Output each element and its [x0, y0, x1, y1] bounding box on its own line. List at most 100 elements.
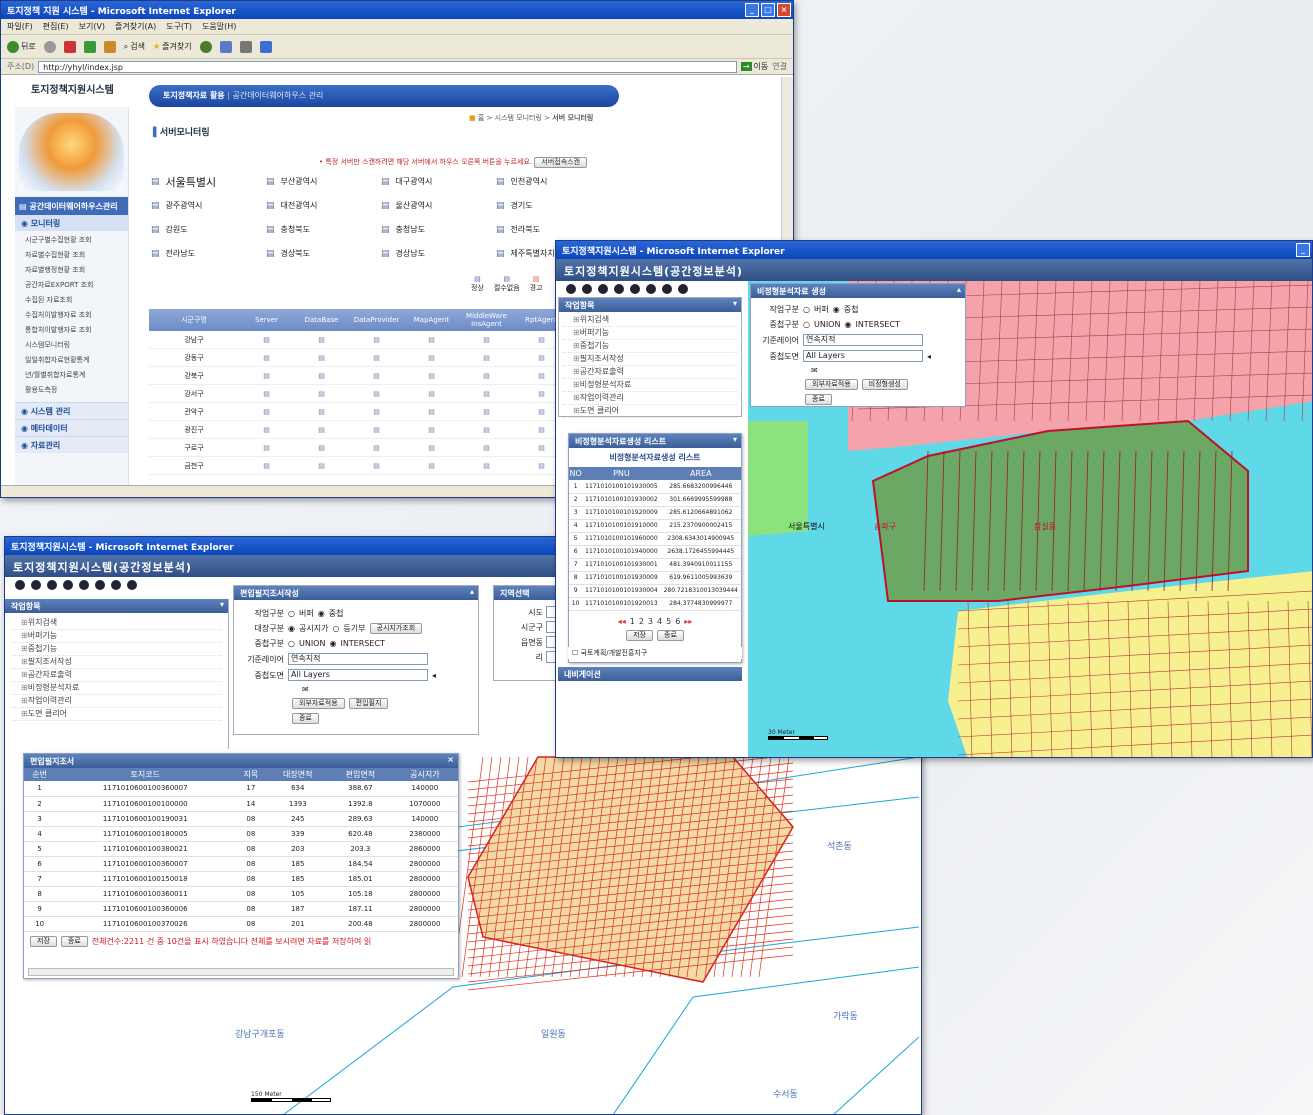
- work-item[interactable]: 버퍼기능: [11, 630, 222, 643]
- work-item[interactable]: 작업이력관리: [563, 392, 737, 405]
- region-item[interactable]: ▤ 광주광역시: [151, 197, 266, 214]
- work-item[interactable]: 공간자료출력: [11, 669, 222, 682]
- zoom-out-icon[interactable]: [582, 284, 592, 294]
- work-item[interactable]: 도면 클리어: [11, 708, 222, 721]
- work-item[interactable]: 중첩기능: [11, 643, 222, 656]
- work-item[interactable]: 버퍼기능: [563, 327, 737, 340]
- table-row[interactable]: 3 1171010600100190031 08 245 289.63 140000: [24, 811, 458, 827]
- table-row[interactable]: 5 1171010100101960000 2308.6343014900945: [569, 532, 741, 546]
- region-item[interactable]: ▤ 충청남도: [381, 221, 496, 238]
- sidebar-item[interactable]: 통합처이발행자료 조회: [25, 323, 128, 338]
- scan-button[interactable]: 서버접속스캔: [534, 157, 588, 168]
- overlay-map-select[interactable]: All Layers: [288, 669, 428, 681]
- full-extent-icon[interactable]: [646, 284, 656, 294]
- table-row[interactable]: 8 1171010100101930009 619.9611005993639: [569, 571, 741, 585]
- table-row[interactable]: 1 1171010600100360007 17 634 388.67 140000: [24, 781, 458, 797]
- radio-overlay[interactable]: ◉: [833, 305, 840, 314]
- window-title-bar[interactable]: 토지정책 지원 시스템 - Microsoft Internet Explore…: [1, 1, 793, 19]
- table-row[interactable]: 6 1171010600100360007 08 185 184.54 2800000: [24, 856, 458, 872]
- table-row[interactable]: 강남구 ▤ ▤ ▤ ▤ ▤ ▤: [149, 331, 569, 349]
- page-link[interactable]: 6: [675, 617, 680, 626]
- parcel-run-button[interactable]: 편입필지: [348, 698, 389, 709]
- table-row[interactable]: 8 1171010600100360011 08 105 105.18 2800000: [24, 886, 458, 902]
- region-item[interactable]: ▤ 인천광역시: [496, 173, 611, 190]
- region-item[interactable]: ▤ 울산광역시: [381, 197, 496, 214]
- region-item[interactable]: ▤ 부산광역시: [266, 173, 381, 190]
- print-icon[interactable]: [127, 580, 137, 590]
- table-row[interactable]: 6 1171010100101940000 2638.1726455994445: [569, 545, 741, 559]
- sidebar-item[interactable]: 활용도측정: [25, 383, 128, 398]
- page-next-icon[interactable]: ▸▸: [684, 617, 692, 626]
- stop-icon[interactable]: [63, 40, 76, 53]
- radio-overlay[interactable]: ◉: [318, 609, 325, 618]
- region-item[interactable]: ▤ 경상북도: [266, 245, 381, 262]
- page-link[interactable]: 3: [648, 617, 653, 626]
- collapse-icon[interactable]: ▴: [957, 285, 961, 294]
- sidebar-item[interactable]: 자료별행정현황 조회: [25, 263, 128, 278]
- form-close-button[interactable]: 종료: [805, 394, 832, 405]
- parcel-save-button[interactable]: 저장: [30, 935, 57, 947]
- edit-icon[interactable]: [259, 40, 272, 53]
- radio-intersect[interactable]: ◉: [329, 639, 336, 648]
- sidebar-item[interactable]: 공간자료EXPORT 조회: [25, 278, 128, 293]
- sidebar-item[interactable]: 시스템모니터링: [25, 338, 128, 353]
- table-row[interactable]: 강동구 ▤ ▤ ▤ ▤ ▤ ▤: [149, 349, 569, 367]
- table-row[interactable]: 7 1171010100101930001 481.3940910011155: [569, 558, 741, 572]
- base-layer-select[interactable]: 연속지적: [288, 653, 428, 665]
- sidebar-section[interactable]: ◉ 모니터링: [15, 215, 128, 231]
- sidebar-menu[interactable]: ◉ 자료관리: [15, 436, 128, 453]
- region-item[interactable]: ▤ 경상남도: [381, 245, 496, 262]
- sidebar-menu[interactable]: ◉ 시스템 관리: [15, 402, 128, 419]
- menu-tools[interactable]: 도구(T): [166, 21, 192, 32]
- minimize-button[interactable]: _: [1296, 243, 1310, 257]
- envelope-icon[interactable]: ✉: [811, 366, 818, 375]
- expand-arrow-icon[interactable]: ◂: [927, 352, 931, 361]
- full-extent-icon[interactable]: [95, 580, 105, 590]
- radio-land-price[interactable]: ◉: [288, 624, 295, 633]
- radio-intersect[interactable]: ◉: [844, 320, 851, 329]
- table-row[interactable]: 4 1171010600100180005 08 339 620.48 2380000: [24, 826, 458, 842]
- print-icon[interactable]: [239, 40, 252, 53]
- page-link[interactable]: 5: [666, 617, 671, 626]
- menu-file[interactable]: 파일(F): [7, 21, 33, 32]
- info-icon[interactable]: [111, 580, 121, 590]
- sidebar-item[interactable]: 시군구별수집현황 조회: [25, 233, 128, 248]
- menu-edit[interactable]: 편집(E): [43, 21, 69, 32]
- table-row[interactable]: 9 1171010100101930004 280.7218310013039444: [569, 584, 741, 598]
- analysis-close-button[interactable]: 종료: [657, 629, 684, 641]
- next-icon[interactable]: [79, 580, 89, 590]
- prev-icon[interactable]: [614, 284, 624, 294]
- table-row[interactable]: 4 1171010100101910000 215.2370900002415: [569, 519, 741, 533]
- external-data-button[interactable]: 외부자료적용: [292, 698, 345, 709]
- nav-item-land-policy[interactable]: 토지정책자료 활용: [163, 91, 225, 100]
- address-input[interactable]: http://yhyl/index.jsp: [38, 60, 737, 73]
- nav-item-dw-admin[interactable]: 공간데이터웨어하우스 관리: [232, 91, 323, 100]
- table-row[interactable]: 1 1171010100101930005 285.6683200996446: [569, 480, 741, 494]
- close-button[interactable]: ×: [777, 3, 791, 17]
- table-row[interactable]: 2 1171010600100100000 14 1393 1392.8 1070000: [24, 796, 458, 812]
- page-prev-icon[interactable]: ◂◂: [618, 617, 626, 626]
- work-item[interactable]: 도면 클리어: [563, 405, 737, 418]
- table-row[interactable]: 관악구 ▤ ▤ ▤ ▤ ▤ ▤: [149, 403, 569, 421]
- window-title-bar[interactable]: 토지정책지원시스템 - Microsoft Internet Explorer …: [556, 241, 1312, 259]
- menu-help[interactable]: 도움말(H): [202, 21, 236, 32]
- work-item[interactable]: 작업이력관리: [11, 695, 222, 708]
- page-link[interactable]: 4: [657, 617, 662, 626]
- region-item[interactable]: ▤ 강원도: [151, 221, 266, 238]
- table-row[interactable]: 3 1171010100101920009 285.6120664891062: [569, 506, 741, 520]
- region-item[interactable]: ▤ 서울특별시: [151, 173, 266, 190]
- breadcrumb-home[interactable]: 홈: [478, 114, 484, 122]
- table-row[interactable]: 9 1171010600100360006 08 187 187.11 2800000: [24, 901, 458, 917]
- info-icon[interactable]: [662, 284, 672, 294]
- work-item[interactable]: 필지조서작성: [11, 656, 222, 669]
- table-row[interactable]: 2 1171010100101930002 301.6669995599988: [569, 493, 741, 507]
- collapse-icon[interactable]: ▴: [470, 587, 474, 596]
- radio-union[interactable]: ○: [803, 320, 810, 329]
- zoom-in-icon[interactable]: [15, 580, 25, 590]
- minimize-button[interactable]: _: [745, 3, 759, 17]
- expand-arrow-icon[interactable]: ◂: [432, 671, 436, 680]
- sidebar-menu[interactable]: ◉ 메타데이터: [15, 419, 128, 436]
- history-icon[interactable]: [199, 40, 212, 53]
- work-item[interactable]: 필지조서작성: [563, 353, 737, 366]
- forward-arrow-icon[interactable]: [43, 40, 56, 53]
